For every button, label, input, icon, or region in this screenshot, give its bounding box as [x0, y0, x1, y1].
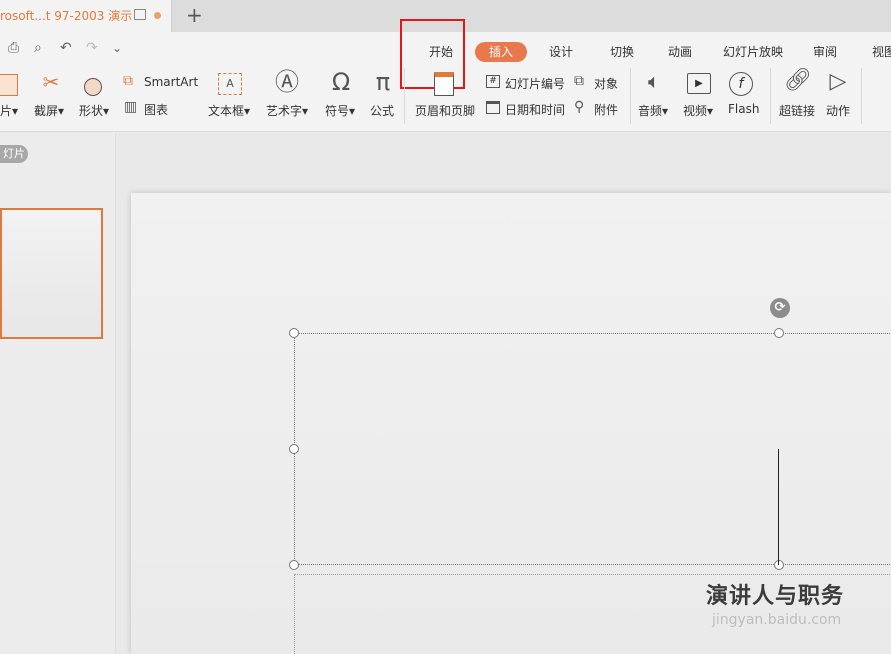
action-icon[interactable]: ▷	[826, 71, 850, 93]
hyperlink-label[interactable]: 超链接	[779, 102, 815, 119]
undo-icon[interactable]: ↶	[60, 40, 72, 56]
shapes-label[interactable]: 形状▾	[79, 102, 109, 119]
date-time-label[interactable]: 日期和时间	[505, 101, 565, 118]
smartart-label[interactable]: SmartArt	[144, 75, 198, 89]
watermark-site: jingyan.baidu.com	[712, 612, 842, 628]
textbox-label[interactable]: 文本框▾	[208, 102, 250, 119]
shapes-icon[interactable]	[84, 78, 102, 96]
ribbon-separator	[630, 68, 631, 124]
new-tab-button[interactable]: +	[186, 3, 203, 27]
slide-number-icon[interactable]: #	[486, 75, 500, 88]
watermark-text: 演讲人与职务	[706, 584, 845, 609]
title-placeholder[interactable]	[294, 333, 891, 565]
flash-label[interactable]: Flash	[728, 102, 759, 116]
tab-view[interactable]: 视图	[872, 42, 891, 62]
formula-label[interactable]: 公式	[370, 102, 394, 119]
smartart-icon[interactable]: ⧉	[123, 74, 133, 88]
textbox-icon[interactable]: A	[218, 73, 242, 95]
ribbon-separator	[404, 68, 405, 124]
tab-insert[interactable]: 插入	[475, 42, 527, 62]
tab-design[interactable]: 设计	[549, 42, 573, 62]
attachment-label[interactable]: 附件	[594, 101, 618, 118]
attachment-icon[interactable]: ⚲	[574, 100, 584, 114]
object-label[interactable]: 对象	[594, 75, 618, 92]
header-footer-icon[interactable]	[434, 72, 454, 96]
annotation-highlight-box	[400, 19, 465, 89]
ribbon-separator	[861, 68, 862, 124]
document-tab-title: rosoft...t 97-2003 演示	[0, 9, 133, 23]
header-footer-label[interactable]: 页眉和页脚	[415, 102, 475, 119]
audio-label[interactable]: 音频▾	[638, 102, 668, 119]
date-time-icon[interactable]	[486, 101, 500, 114]
tab-slideshow[interactable]: 幻灯片放映	[723, 42, 783, 62]
hyperlink-icon[interactable]: 🔗︎	[784, 70, 812, 92]
monitor-icon	[134, 9, 146, 20]
ribbon-separator	[770, 68, 771, 124]
tab-review[interactable]: 审阅	[813, 42, 837, 62]
audio-icon[interactable]: 🔈︎	[641, 71, 667, 91]
rotate-handle-icon[interactable]: ⟳	[770, 298, 790, 318]
object-icon[interactable]: ⧉	[574, 74, 584, 88]
tab-transitions[interactable]: 切换	[610, 42, 634, 62]
wordart-icon[interactable]: Ⓐ	[274, 70, 300, 94]
video-label[interactable]: 视频▾	[683, 102, 713, 119]
symbol-label[interactable]: 符号▾	[325, 102, 355, 119]
screenshot-icon[interactable]: ✂	[38, 72, 64, 92]
video-icon[interactable]: ▶	[687, 73, 711, 94]
wordart-label[interactable]: 艺术字▾	[266, 102, 308, 119]
redo-icon[interactable]: ↷	[86, 40, 98, 56]
print-icon[interactable]: ⎙	[8, 40, 19, 56]
screenshot-label[interactable]: 截屏▾	[34, 102, 64, 119]
resize-handle[interactable]	[289, 444, 299, 454]
flash-icon[interactable]: f	[729, 72, 753, 96]
chart-label[interactable]: 图表	[144, 101, 168, 118]
formula-icon[interactable]: π	[370, 70, 396, 94]
resize-handle[interactable]	[774, 328, 784, 338]
action-label[interactable]: 动作	[826, 102, 850, 119]
unsaved-dot-icon	[154, 12, 161, 19]
document-tab[interactable]: rosoft...t 97-2003 演示	[0, 0, 172, 32]
text-cursor	[778, 449, 779, 565]
print-preview-icon[interactable]: ⌕	[34, 40, 42, 56]
resize-handle[interactable]	[289, 328, 299, 338]
resize-handle[interactable]	[289, 560, 299, 570]
chart-icon[interactable]: ▥	[124, 100, 137, 114]
more-icon[interactable]: ⌄	[112, 40, 122, 56]
slides-panel-tab[interactable]: 灯片	[0, 145, 28, 163]
picture-icon[interactable]	[0, 74, 18, 96]
resize-handle[interactable]	[774, 560, 784, 570]
tab-animation[interactable]: 动画	[668, 42, 692, 62]
slide-thumbnail[interactable]	[0, 208, 103, 339]
symbol-icon[interactable]: Ω	[328, 70, 354, 94]
slide-number-label[interactable]: 幻灯片编号	[505, 75, 565, 92]
picture-label[interactable]: 片▾	[0, 102, 18, 119]
